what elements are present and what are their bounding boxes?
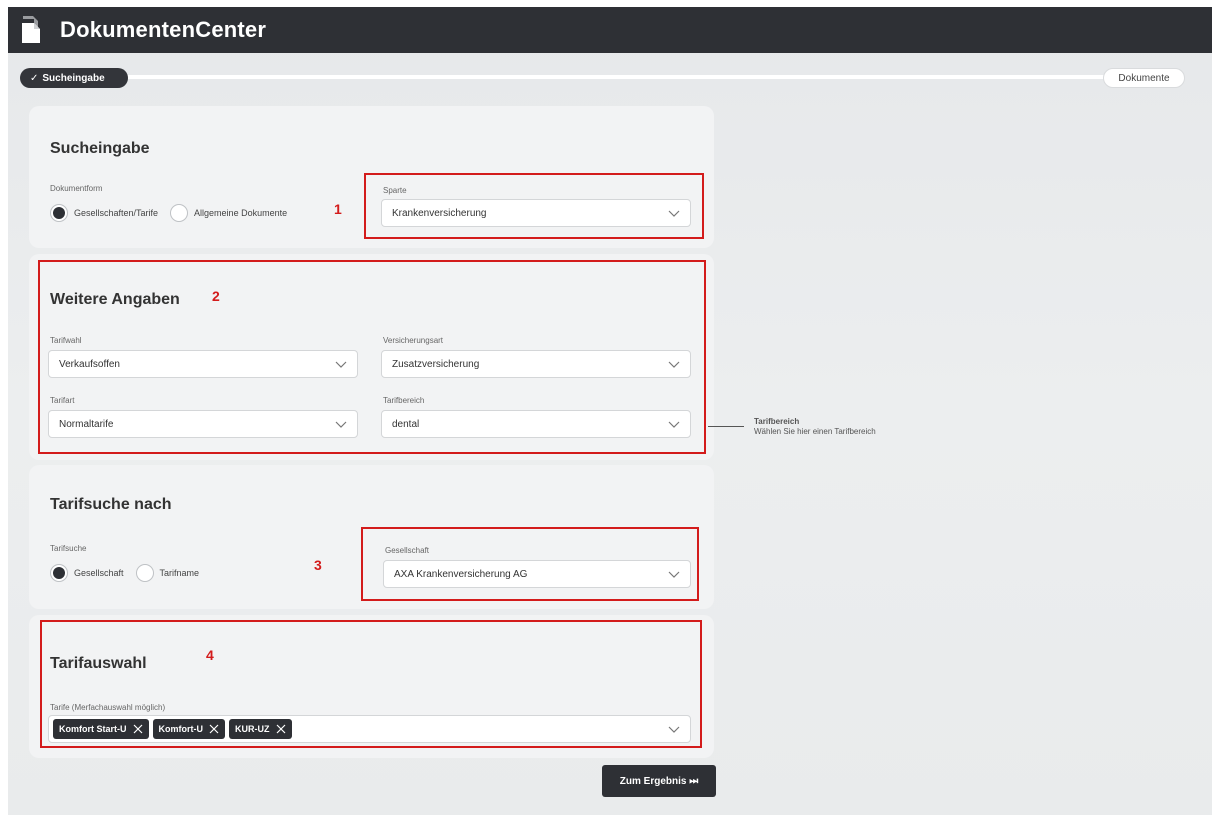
radio-label: Tarifname	[159, 568, 200, 578]
radio-label: Gesellschaften/Tarife	[74, 208, 159, 218]
app-title: DokumentenCenter	[60, 17, 267, 42]
stepper-track	[108, 75, 1108, 79]
radio-label: Gesellschaft	[74, 568, 124, 578]
tarifsuche-radio-group: Gesellschaft Tarifname	[50, 564, 211, 582]
dokumentform-label: Dokumentform	[50, 184, 103, 193]
section-title: Sucheingabe	[50, 140, 150, 157]
documents-icon	[22, 16, 40, 43]
section-title: Tarifsuche nach	[50, 496, 172, 513]
annotation-number-1: 1	[334, 201, 342, 217]
step-sucheingabe[interactable]: ✓ Sucheingabe	[20, 68, 128, 88]
annotation-box-3	[361, 527, 699, 601]
annotation-number-4: 4	[206, 647, 214, 663]
app-window: DokumentenCenter ✓ Sucheingabe Dokumente…	[8, 7, 1212, 815]
radio-gesellschaften-tarife[interactable]	[50, 204, 68, 222]
radio-gesellschaft[interactable]	[50, 564, 68, 582]
annotation-box-1	[364, 173, 704, 239]
callout-connector	[708, 426, 744, 427]
dokumentform-radio-group: Gesellschaften/Tarife Allgemeine Dokumen…	[50, 204, 299, 222]
annotation-box-2	[38, 260, 706, 454]
callout-title: Tarifbereich	[754, 417, 800, 426]
zum-ergebnis-button[interactable]: Zum Ergebnis ⏭	[602, 765, 716, 797]
app-header: DokumentenCenter	[8, 7, 1212, 53]
annotation-number-3: 3	[314, 557, 322, 573]
callout-text: Wählen Sie hier einen Tarifbereich	[754, 427, 876, 436]
radio-allgemeine-dokumente[interactable]	[170, 204, 189, 222]
step-label: Sucheingabe	[42, 72, 105, 84]
annotation-box-4	[40, 620, 702, 748]
step-dokumente[interactable]: Dokumente	[1103, 68, 1185, 88]
radio-label: Allgemeine Dokumente	[194, 208, 288, 218]
step-label: Dokumente	[1118, 72, 1170, 84]
check-icon: ✓	[30, 72, 39, 84]
tarifsuche-label: Tarifsuche	[50, 544, 87, 553]
radio-tarifname[interactable]	[135, 564, 154, 582]
annotation-number-2: 2	[212, 288, 220, 304]
